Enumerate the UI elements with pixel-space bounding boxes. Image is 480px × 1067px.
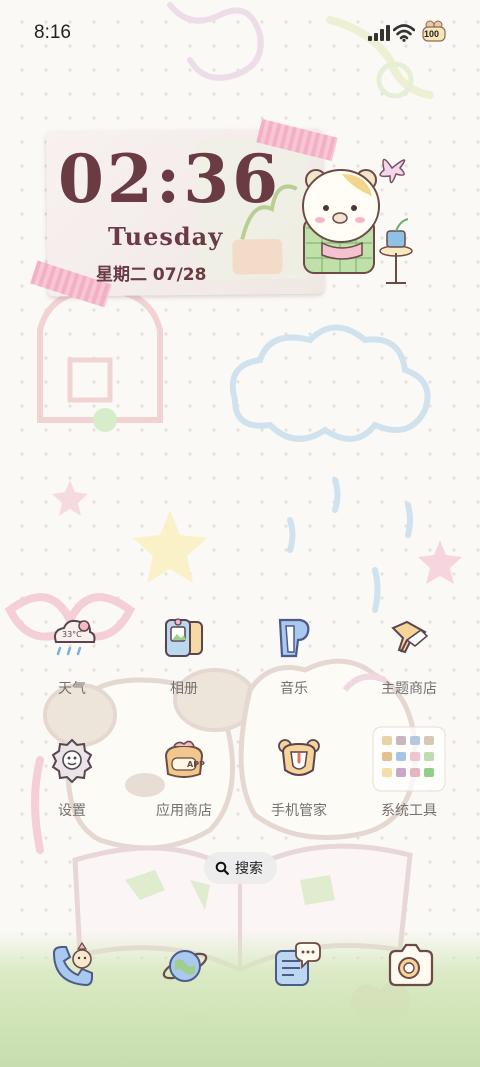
- camera-icon[interactable]: [384, 941, 434, 991]
- phone-icon[interactable]: [48, 941, 98, 991]
- battery-icon: 100: [421, 18, 447, 44]
- clock-time: 02:36: [58, 140, 282, 218]
- app-label: 系统工具: [381, 803, 437, 819]
- app-label: 应用商店: [156, 803, 212, 819]
- app-label: 设置: [58, 803, 86, 819]
- app-music[interactable]: 音乐: [239, 614, 349, 724]
- clock-date: 星期二 07/28: [96, 265, 207, 285]
- weather-temperature: 33°C: [62, 630, 82, 639]
- phone-manager-icon: [278, 739, 320, 776]
- app-label: 音乐: [280, 681, 308, 697]
- app-app-store[interactable]: APP 应用商店: [129, 736, 239, 846]
- app-label: 相册: [170, 681, 198, 697]
- status-bar: 8:16 100: [0, 0, 480, 64]
- app-store-badge-text: APP: [187, 760, 205, 769]
- status-time: 8:16: [34, 22, 71, 43]
- wifi-icon: [393, 24, 415, 42]
- app-phone-manager[interactable]: 手机管家: [244, 736, 354, 846]
- app-folder-system-tools[interactable]: 系统工具: [354, 726, 464, 846]
- clock-weekday: Tuesday: [108, 222, 224, 251]
- browser-icon[interactable]: [160, 941, 210, 991]
- app-label: 主题商店: [381, 681, 437, 697]
- app-settings[interactable]: 设置: [17, 736, 127, 846]
- battery-level: 100: [424, 29, 440, 39]
- theme-store-icon: [391, 620, 429, 654]
- gallery-icon: [165, 618, 203, 657]
- search-label: 搜索: [235, 861, 263, 877]
- bear-sticker-icon: [302, 158, 413, 284]
- system-tools-folder-icon: [372, 726, 446, 792]
- settings-icon: [51, 738, 93, 784]
- app-gallery[interactable]: 相册: [129, 614, 239, 724]
- app-weather[interactable]: 33°C 天气: [17, 614, 127, 724]
- messages-icon[interactable]: [272, 941, 322, 991]
- search-icon: [215, 861, 229, 875]
- cellular-signal-icon: [368, 25, 390, 41]
- app-theme-store[interactable]: 主题商店: [354, 614, 464, 724]
- app-label: 手机管家: [271, 803, 327, 819]
- search-button[interactable]: 搜索: [204, 852, 277, 884]
- music-icon: [278, 618, 310, 658]
- app-label: 天气: [58, 681, 86, 697]
